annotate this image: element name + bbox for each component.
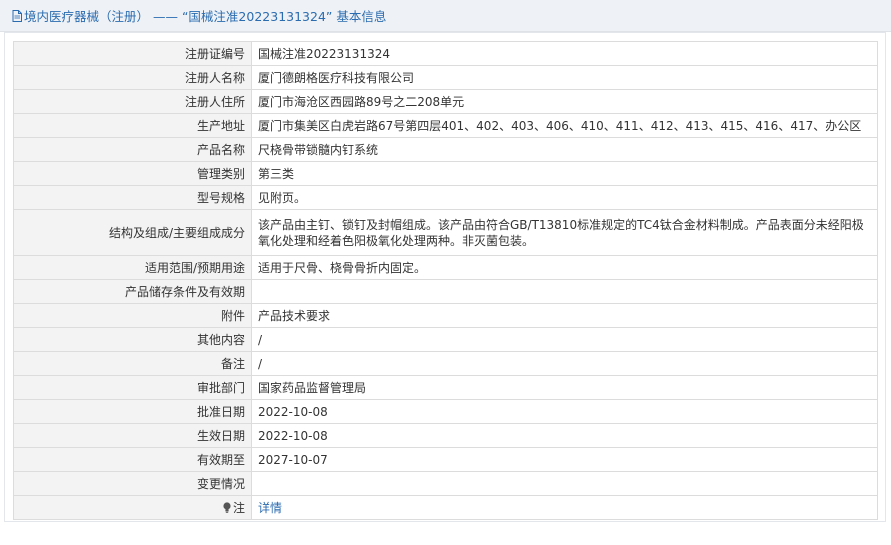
table-row: 生产地址 厦门市集美区白虎岩路67号第四层401、402、403、406、410…	[13, 113, 878, 138]
table-row: 管理类别 第三类	[13, 161, 878, 186]
field-value-text: 该产品由主钉、锁钉及封帽组成。该产品由符合GB/T13810标准规定的TC4钛合…	[258, 217, 864, 248]
field-label: 型号规格	[13, 185, 252, 210]
field-value: /	[251, 327, 878, 352]
table-row: 备注 /	[13, 351, 878, 376]
table-row: 型号规格 见附页。	[13, 185, 878, 210]
field-label: 适用范围/预期用途	[13, 255, 252, 280]
header-bar: 境内医疗器械（注册） —— “国械注准20223131324” 基本信息	[0, 0, 891, 32]
field-value: 厦门市海沧区西园路89号之二208单元	[251, 89, 878, 114]
note-value: 详情	[251, 495, 878, 520]
note-row: 注 详情	[13, 495, 878, 520]
field-value: 适用于尺骨、桡骨骨折内固定。	[251, 255, 878, 280]
table-row: 适用范围/预期用途 适用于尺骨、桡骨骨折内固定。	[13, 255, 878, 280]
info-table: 注册证编号 国械注准20223131324 注册人名称 厦门德朗格医疗科技有限公…	[13, 41, 878, 520]
field-label: 其他内容	[13, 327, 252, 352]
table-row: 其他内容 /	[13, 327, 878, 352]
field-value: 第三类	[251, 161, 878, 186]
detail-panel: 注册证编号 国械注准20223131324 注册人名称 厦门德朗格医疗科技有限公…	[4, 32, 886, 522]
field-value: 国家药品监督管理局	[251, 375, 878, 400]
table-row: 生效日期 2022-10-08	[13, 423, 878, 448]
field-value: 尺桡骨带锁髓内钉系统	[251, 137, 878, 162]
field-label: 结构及组成/主要组成成分	[13, 209, 252, 256]
field-value: /	[251, 351, 878, 376]
table-row: 结构及组成/主要组成成分 该产品由主钉、锁钉及封帽组成。该产品由符合GB/T13…	[13, 209, 878, 256]
field-label: 生产地址	[13, 113, 252, 138]
table-row: 批准日期 2022-10-08	[13, 399, 878, 424]
field-label: 审批部门	[13, 375, 252, 400]
field-value: 产品技术要求	[251, 303, 878, 328]
field-label: 注册人住所	[13, 89, 252, 114]
field-value: 2022-10-08	[251, 399, 878, 424]
table-row: 产品储存条件及有效期	[13, 279, 878, 304]
field-value: 该产品由主钉、锁钉及封帽组成。该产品由符合GB/T13810标准规定的TC4钛合…	[251, 209, 878, 256]
bulb-icon	[223, 501, 231, 513]
field-label: 有效期至	[13, 447, 252, 472]
field-label: 备注	[13, 351, 252, 376]
field-label: 产品名称	[13, 137, 252, 162]
table-row: 注册证编号 国械注准20223131324	[13, 41, 878, 66]
field-label: 批准日期	[13, 399, 252, 424]
field-label: 管理类别	[13, 161, 252, 186]
field-label: 产品储存条件及有效期	[13, 279, 252, 304]
table-row: 注册人名称 厦门德朗格医疗科技有限公司	[13, 65, 878, 90]
field-label: 注册人名称	[13, 65, 252, 90]
field-value: 厦门德朗格医疗科技有限公司	[251, 65, 878, 90]
note-label: 注	[232, 500, 245, 515]
page-title: 境内医疗器械（注册） —— “国械注准20223131324” 基本信息	[24, 9, 387, 24]
note-label-cell: 注	[13, 495, 252, 520]
table-row: 产品名称 尺桡骨带锁髓内钉系统	[13, 137, 878, 162]
table-row: 审批部门 国家药品监督管理局	[13, 375, 878, 400]
field-value	[251, 471, 878, 496]
field-value	[251, 279, 878, 304]
field-value: 2027-10-07	[251, 447, 878, 472]
table-row: 附件 产品技术要求	[13, 303, 878, 328]
field-label: 附件	[13, 303, 252, 328]
field-value: 见附页。	[251, 185, 878, 210]
table-row: 有效期至 2027-10-07	[13, 447, 878, 472]
table-row: 变更情况	[13, 471, 878, 496]
field-value: 厦门市集美区白虎岩路67号第四层401、402、403、406、410、411、…	[251, 113, 878, 138]
field-value: 2022-10-08	[251, 423, 878, 448]
field-value: 国械注准20223131324	[251, 41, 878, 66]
table-row: 注册人住所 厦门市海沧区西园路89号之二208单元	[13, 89, 878, 114]
field-label: 变更情况	[13, 471, 252, 496]
field-label: 生效日期	[13, 423, 252, 448]
document-icon	[12, 9, 22, 22]
field-label: 注册证编号	[13, 41, 252, 66]
details-link[interactable]: 详情	[258, 501, 282, 515]
